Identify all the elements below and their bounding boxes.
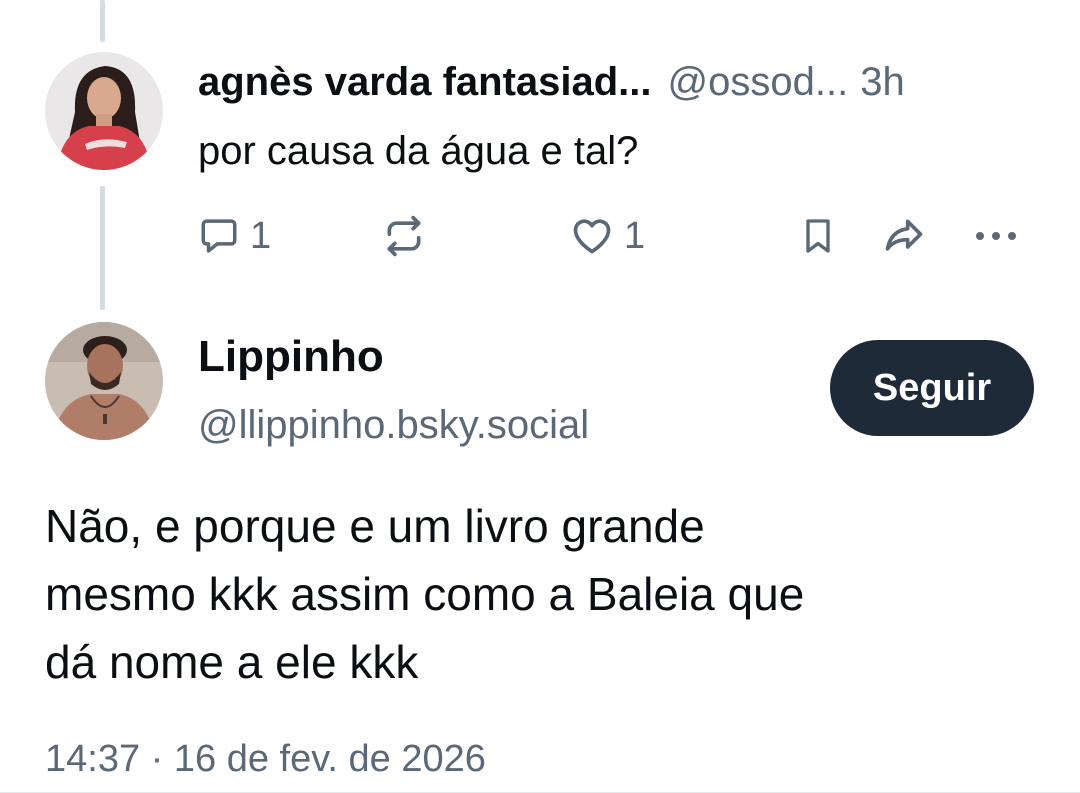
main-author-handle[interactable]: @llippinho.bsky.social — [198, 400, 589, 450]
follow-button[interactable]: Seguir — [830, 340, 1034, 436]
share-button[interactable] — [882, 208, 926, 264]
thread-line-top — [100, 0, 105, 42]
reply-button[interactable]: 1 — [198, 208, 271, 264]
main-post-text: Não, e porque e um livro grande mesmo kk… — [45, 492, 1035, 696]
more-icon — [974, 226, 1018, 246]
like-count: 1 — [624, 214, 646, 257]
bookmark-button[interactable] — [798, 208, 838, 264]
parent-author-handle[interactable]: @ossod... — [668, 58, 849, 106]
reply-icon — [198, 215, 240, 257]
share-icon — [882, 214, 926, 258]
like-icon — [570, 214, 614, 258]
parent-post-actions: 1 1 — [198, 208, 1028, 264]
repost-button[interactable] — [382, 208, 426, 264]
thread-line-connector — [100, 186, 105, 310]
post-timestamp: 14:37 · 16 de fev. de 2026 — [45, 738, 486, 780]
parent-post-time[interactable]: 3h — [860, 58, 905, 106]
parent-author-avatar[interactable] — [45, 52, 163, 170]
parent-author-name[interactable]: agnès varda fantasiad... — [198, 58, 652, 106]
repost-icon — [382, 214, 426, 258]
main-post-text-line: dá nome a ele kkk — [45, 636, 419, 688]
main-author-name[interactable]: Lippinho — [198, 330, 384, 384]
parent-post-header: agnès varda fantasiad... @ossod... 3h — [198, 58, 1038, 106]
more-options-button[interactable] — [974, 208, 1018, 264]
bookmark-icon — [798, 214, 838, 258]
reply-count: 1 — [250, 214, 272, 257]
parent-post-text: por causa da água e tal? — [198, 129, 639, 173]
main-post-text-line: Não, e porque e um livro grande — [45, 500, 705, 552]
like-button[interactable]: 1 — [570, 208, 645, 264]
main-post-text-line: mesmo kkk assim como a Baleia que — [45, 568, 805, 620]
main-author-avatar[interactable] — [45, 322, 163, 440]
